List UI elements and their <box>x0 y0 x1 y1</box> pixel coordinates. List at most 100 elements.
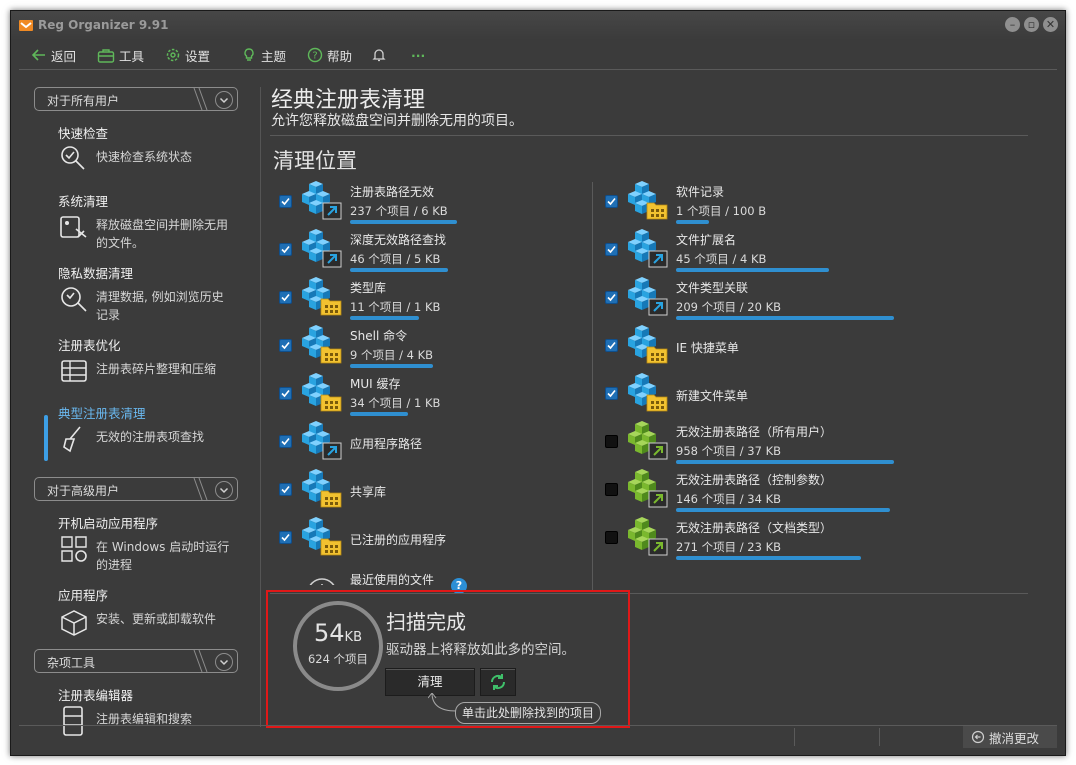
category-item[interactable]: MUI 缓存 34 个项目 / 1 KB <box>279 371 579 419</box>
nav-desc: 快速检查系统状态 <box>96 150 193 164</box>
category-checkbox[interactable] <box>279 483 292 496</box>
category-item[interactable]: 无效注册表路径（所有用户） 958 个项目 / 37 KB <box>605 419 905 467</box>
category-item[interactable]: 软件记录 1 个项目 / 100 B <box>605 179 905 227</box>
category-name: Shell 命令 <box>350 329 408 343</box>
category-item[interactable]: 无效注册表路径（控制参数） 146 个项目 / 34 KB <box>605 467 905 515</box>
registry-folder-icon <box>302 469 342 508</box>
category-checkbox[interactable] <box>279 195 292 208</box>
tools-button[interactable]: 工具 <box>97 46 144 64</box>
category-checkbox[interactable] <box>605 435 618 448</box>
category-checkbox[interactable] <box>605 387 618 400</box>
category-item[interactable]: 新建文件菜单 <box>605 371 905 419</box>
group-advanced-users[interactable]: 对于高级用户 <box>34 477 238 501</box>
category-checkbox[interactable] <box>605 291 618 304</box>
nav-applications[interactable]: 应用程序 安装、更新或卸载软件 <box>58 585 233 636</box>
nav-desc: 无效的注册表项查找 <box>96 430 205 444</box>
category-checkbox[interactable] <box>279 531 292 544</box>
category-name: 新建文件菜单 <box>676 389 749 403</box>
nav-title: 应用程序 <box>58 588 109 603</box>
settings-label: 设置 <box>185 48 211 64</box>
registry-shortcut-icon <box>628 517 668 556</box>
category-stat: 46 个项目 / 5 KB <box>350 252 441 266</box>
group-all-users[interactable]: 对于所有用户 <box>34 87 238 111</box>
category-name: 文件扩展名 <box>676 233 737 247</box>
nav-title: 典型注册表清理 <box>58 406 146 421</box>
category-stat: 45 个项目 / 4 KB <box>676 252 767 266</box>
category-item[interactable]: 已注册的应用程序 <box>279 515 579 563</box>
registry-shortcut-icon <box>628 229 668 268</box>
rescan-button[interactable] <box>480 668 516 696</box>
group-advanced-label: 对于高级用户 <box>47 484 120 498</box>
category-checkbox[interactable] <box>279 339 292 352</box>
category-stat: 958 个项目 / 37 KB <box>676 444 782 458</box>
category-checkbox[interactable] <box>605 531 618 544</box>
category-stat: 1 个项目 / 100 B <box>676 204 767 218</box>
toolbar: 返回 工具 设置 主题 ? 帮助 ··· <box>19 41 1057 70</box>
category-item[interactable]: 注册表路径无效 237 个项目 / 6 KB <box>279 179 579 227</box>
freed-size-unit: KB <box>344 630 362 645</box>
category-name: 类型库 <box>350 281 387 295</box>
nav-quick-check[interactable]: 快速检查 快速检查系统状态 <box>58 123 233 170</box>
category-checkbox[interactable] <box>605 243 618 256</box>
category-item[interactable]: 文件扩展名 45 个项目 / 4 KB <box>605 227 905 275</box>
category-checkbox[interactable] <box>279 387 292 400</box>
category-checkbox[interactable] <box>279 435 292 448</box>
category-size-bar <box>350 412 408 416</box>
category-item[interactable]: 最近使用的文件 <box>279 571 579 585</box>
category-checkbox[interactable] <box>279 291 292 304</box>
nav-title: 隐私数据清理 <box>58 266 134 281</box>
category-item[interactable]: 共享库 <box>279 467 579 515</box>
scan-result-panel: 54KB 624 个项目 扫描完成 驱动器上将释放如此多的空间。 清理 单击此处… <box>266 590 630 728</box>
back-button[interactable]: 返回 <box>31 46 76 64</box>
nav-title: 系统清理 <box>58 194 109 209</box>
maximize-button[interactable]: ▫ <box>1024 17 1039 32</box>
header-divider <box>270 135 1028 136</box>
category-checkbox[interactable] <box>605 195 618 208</box>
nav-privacy-cleanup[interactable]: 隐私数据清理 清理数据, 例如浏览历史记录 <box>58 263 233 324</box>
status-divider <box>794 728 795 746</box>
registry-shortcut-icon <box>628 469 668 508</box>
nav-system-cleanup[interactable]: 系统清理 释放磁盘空间并删除无用的文件。 <box>58 191 233 252</box>
category-item[interactable]: Shell 命令 9 个项目 / 4 KB <box>279 323 579 371</box>
gear-icon <box>166 48 180 62</box>
nav-registry-optimize[interactable]: 注册表优化 注册表碎片整理和压缩 <box>58 335 233 382</box>
category-item[interactable]: 无效注册表路径（文档类型） 271 个项目 / 23 KB <box>605 515 905 563</box>
category-item[interactable]: 类型库 11 个项目 / 1 KB <box>279 275 579 323</box>
category-item[interactable]: IE 快捷菜单 <box>605 323 905 371</box>
help-button[interactable]: ? 帮助 <box>307 46 352 64</box>
nav-desc: 释放磁盘空间并删除无用的文件。 <box>96 218 229 250</box>
category-item[interactable]: 文件类型关联 209 个项目 / 20 KB <box>605 275 905 323</box>
minimize-button[interactable]: – <box>1005 17 1020 32</box>
lightbulb-icon <box>244 48 254 61</box>
theme-button[interactable]: 主题 <box>241 46 286 64</box>
category-checkbox[interactable] <box>279 243 292 256</box>
size-ring: 54KB 624 个项目 <box>293 601 383 691</box>
nav-title: 注册表优化 <box>58 338 121 353</box>
category-name: IE 快捷菜单 <box>676 341 739 355</box>
category-checkbox[interactable] <box>605 483 618 496</box>
close-button[interactable]: ✕ <box>1043 17 1058 32</box>
clean-button[interactable]: 清理 <box>385 668 475 696</box>
more-button[interactable]: ··· <box>411 46 425 64</box>
nav-classic-registry-cleanup[interactable]: 典型注册表清理 无效的注册表项查找 <box>58 403 233 453</box>
freed-size: 54KB <box>297 619 379 647</box>
category-name: 软件记录 <box>676 185 725 199</box>
checkmark-icon <box>607 389 616 398</box>
category-stat: 9 个项目 / 4 KB <box>350 348 434 362</box>
nav-registry-editor[interactable]: 注册表编辑器 注册表编辑和搜索 <box>58 685 233 736</box>
broom-icon <box>63 426 81 453</box>
nav-startup-apps[interactable]: 开机启动应用程序 在 Windows 启动时运行的进程 <box>58 513 233 574</box>
category-stat: 271 个项目 / 23 KB <box>676 540 782 554</box>
category-size-bar <box>350 220 457 224</box>
category-item[interactable]: 应用程序路径 <box>279 419 579 467</box>
settings-button[interactable]: 设置 <box>165 46 210 64</box>
help-label: 帮助 <box>327 48 353 64</box>
checkmark-icon <box>281 485 290 494</box>
checkmark-icon <box>607 245 616 254</box>
category-checkbox[interactable] <box>605 339 618 352</box>
undo-changes-button[interactable]: 撤消更改 <box>963 726 1057 748</box>
group-misc-tools[interactable]: 杂项工具 <box>34 649 238 673</box>
category-item[interactable]: 深度无效路径查找 46 个项目 / 5 KB <box>279 227 579 275</box>
nav-desc: 在 Windows 启动时运行的进程 <box>96 540 230 572</box>
notifications-button[interactable] <box>371 46 387 64</box>
